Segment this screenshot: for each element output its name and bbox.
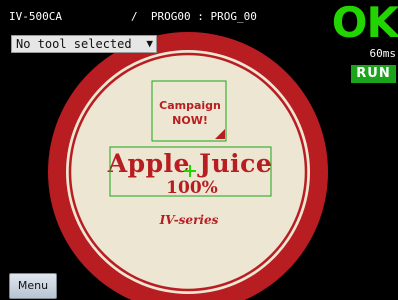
device-screen: Campaign NOW! Apple Juice 100% IV-series…	[0, 0, 398, 300]
campaign-line1: Campaign	[159, 99, 221, 112]
program-label: / PROG00 : PROG_00	[131, 10, 257, 23]
device-name: IV-500CA	[9, 10, 62, 23]
campaign-line2: NOW!	[172, 114, 208, 127]
product-percent: 100%	[166, 178, 218, 198]
menu-button[interactable]: Menu	[9, 273, 57, 299]
processing-time: 60ms	[369, 47, 397, 60]
series-text: IV-series	[159, 213, 219, 227]
run-mode-badge: RUN	[351, 65, 396, 83]
triangle-down-icon: ▼	[146, 37, 153, 50]
judgement-status: OK	[331, 0, 398, 47]
tool-select-value: No tool selected	[16, 37, 132, 51]
tool-select-dropdown[interactable]: No tool selected ▼	[11, 35, 157, 53]
campaign-box	[153, 82, 227, 142]
